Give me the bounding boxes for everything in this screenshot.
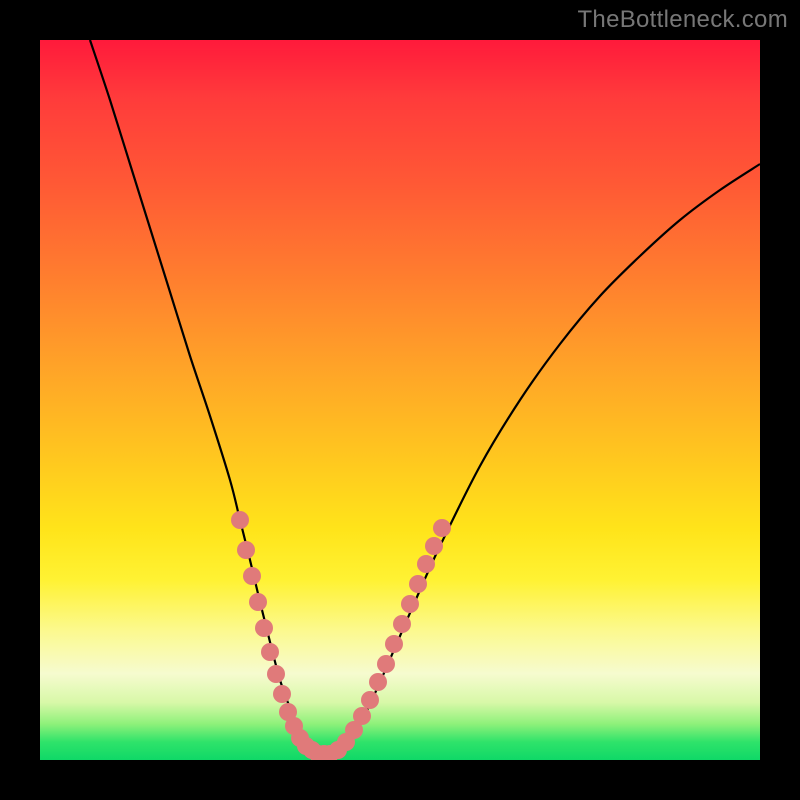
curve-marker xyxy=(385,635,403,653)
bottleneck-curve-svg xyxy=(40,40,760,760)
curve-markers xyxy=(231,511,451,760)
curve-marker xyxy=(393,615,411,633)
chart-frame: TheBottleneck.com xyxy=(0,0,800,800)
curve-marker xyxy=(361,691,379,709)
curve-marker xyxy=(267,665,285,683)
curve-marker xyxy=(353,707,371,725)
curve-marker xyxy=(433,519,451,537)
curve-marker xyxy=(273,685,291,703)
curve-marker xyxy=(417,555,435,573)
curve-marker xyxy=(237,541,255,559)
watermark-text: TheBottleneck.com xyxy=(577,6,788,34)
curve-marker xyxy=(255,619,273,637)
curve-marker xyxy=(369,673,387,691)
curve-marker xyxy=(401,595,419,613)
curve-marker xyxy=(261,643,279,661)
curve-marker xyxy=(377,655,395,673)
bottleneck-curve-path xyxy=(90,40,760,756)
curve-marker xyxy=(425,537,443,555)
curve-marker xyxy=(409,575,427,593)
curve-marker xyxy=(249,593,267,611)
curve-marker xyxy=(231,511,249,529)
curve-marker xyxy=(243,567,261,585)
plot-area xyxy=(40,40,760,760)
